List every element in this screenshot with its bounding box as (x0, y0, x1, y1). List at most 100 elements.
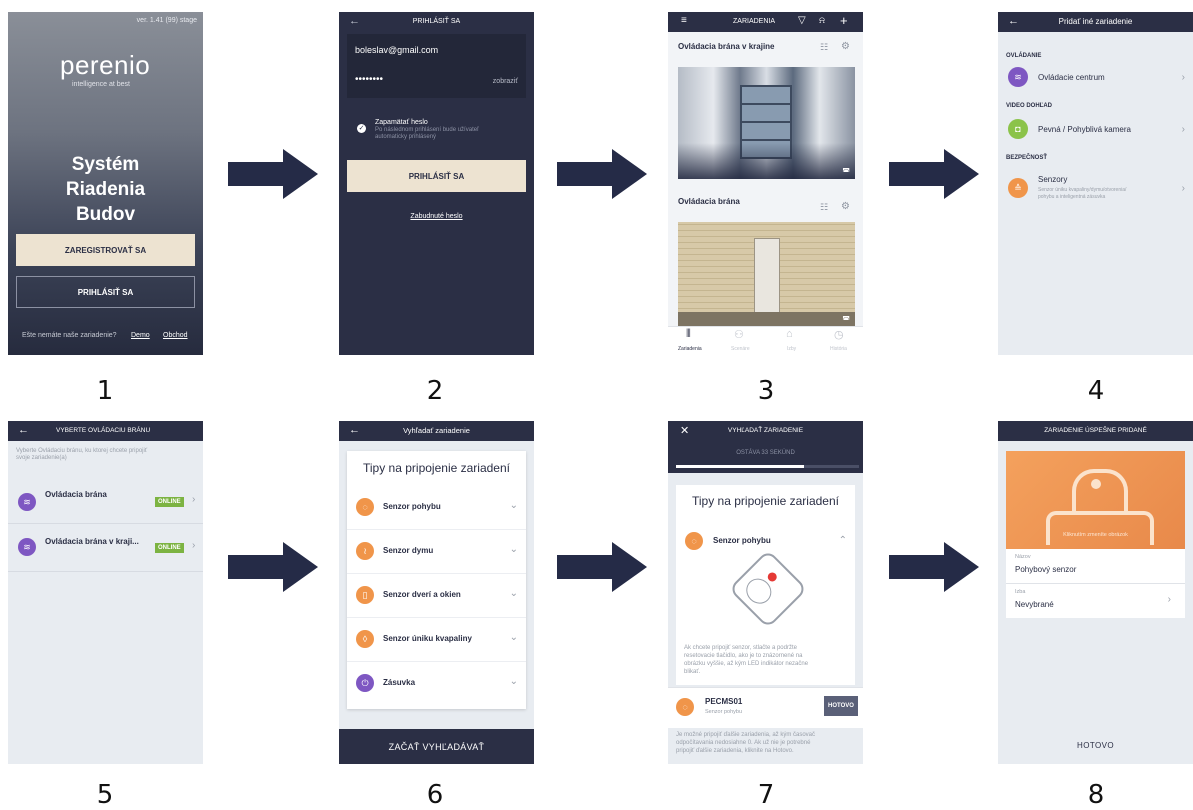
list-item-control-center[interactable]: ≋ Ovládacie centrum › (998, 64, 1193, 92)
list-item-sensors[interactable]: ≙ Senzory Senzor úniku kvapaliny/dymu/ot… (998, 172, 1193, 212)
gateway-name: Ovládacia brána (45, 490, 107, 499)
card-title: Tipy na pripojenie zariadení (692, 494, 839, 508)
demo-link[interactable]: Demo (131, 332, 150, 339)
login-submit-label: PRIHLÁSIŤ SA (408, 171, 465, 181)
gateway-row[interactable]: ≋ Ovládacia brána ONLINE › (8, 483, 203, 524)
tip-label: Senzor úniku kvapaliny (383, 634, 472, 643)
top-bar: ≡ ZARIADENIA ▽ ⍾ + (668, 12, 863, 32)
list-icon[interactable]: ☷ (820, 202, 828, 213)
add-icon[interactable]: + (840, 13, 848, 28)
title-line: Budov (75, 204, 136, 225)
register-button[interactable]: ZAREGISTROVAŤ SA (16, 234, 195, 266)
version-label: ver. 1.41 (99) stage (136, 17, 197, 24)
done-button[interactable]: HOTOVO (824, 696, 858, 716)
tab-devices[interactable]: Zariadenia (678, 346, 702, 352)
tab-scenarios-icon[interactable]: ⚇ (734, 328, 744, 341)
login-submit-button[interactable]: PRIHLÁSIŤ SA (347, 160, 526, 192)
screen-8-success: ZARIADENIE ÚSPEŠNE PRIDANÉ Kliknutím zme… (998, 421, 1193, 764)
tip-label: Senzor dymu (383, 546, 434, 555)
login-button-label: PRIHLÁSIŤ SA (77, 287, 134, 297)
screen-2-login: ← PRIHLÁSIŤ SA boleslav@gmail.com ••••••… (339, 12, 534, 355)
sensor-illustration (728, 549, 808, 629)
shop-link[interactable]: Obchod (163, 332, 188, 339)
note-text: odpočítavania nedosiahne 0. Ak už nie je… (676, 740, 811, 746)
top-bar: ← Vyhľadať zariadenie (339, 421, 534, 441)
password-field[interactable]: •••••••• (355, 74, 383, 85)
top-bar: ✕ VYHĽADAŤ ZARIADENIE OSTÁVA 33 SEKÚND (668, 421, 863, 473)
tab-rooms[interactable]: Izby (787, 346, 796, 352)
progress-track (676, 465, 859, 468)
item-label: Ovládacie centrum (1038, 73, 1105, 82)
login-button[interactable]: PRIHLÁSIŤ SA (16, 276, 195, 308)
name-field[interactable]: Názov Pohybový senzor (1006, 549, 1185, 584)
tab-scenarios[interactable]: Scenáre (731, 346, 750, 352)
online-badge: ONLINE (155, 497, 184, 507)
bottom-tab-bar: ⦀ Zariadenia ⚇ Scenáre ⌂ Izby ◷ História (668, 326, 863, 355)
start-search-button[interactable]: ZAČAŤ VYHĽADÁVAŤ (339, 729, 534, 764)
gateway-title: Ovládacia brána v krajine (678, 42, 775, 51)
tab-devices-icon[interactable]: ⦀ (686, 328, 691, 341)
tip-item-motion[interactable]: ◌ Senzor pohybu ⌄ (347, 485, 526, 530)
menu-icon[interactable]: ≡ (681, 15, 687, 26)
step-number: 5 (96, 780, 114, 810)
settings-icon[interactable]: ⚙ (841, 41, 850, 52)
room-select[interactable]: Izba Nevybrané › (1006, 584, 1185, 618)
tip-item-smoke[interactable]: ≀ Senzor dymu ⌄ (347, 529, 526, 574)
screen-4-add-device: ← Pridať iné zariadenie OVLÁDANIE ≋ Ovlá… (998, 12, 1193, 355)
chevron-down-icon: ⌄ (509, 588, 518, 599)
arrow-right-icon (228, 149, 318, 199)
header-title: PRIHLÁSIŤ SA (412, 18, 461, 25)
gateway-name: Ovládacia brána v kraji... (45, 537, 139, 546)
tip-item-socket[interactable]: ⏻ Zásuvka ⌄ (347, 661, 526, 705)
description: Vyberte Ovládaciu bránu, ku ktorej chcet… (16, 448, 148, 454)
item-desc: pohybu a inteligentná zásuvka (1038, 194, 1106, 200)
tip-item-leak[interactable]: ◊ Senzor úniku kvapaliny ⌄ (347, 617, 526, 662)
show-password-link[interactable]: zobraziť (493, 78, 518, 85)
checkbox-checked-icon[interactable]: ✓ (357, 124, 366, 133)
camera-preview-2[interactable]: ◚ (678, 222, 855, 326)
login-form: boleslav@gmail.com •••••••• zobraziť (347, 34, 526, 98)
device-dot (1091, 479, 1101, 489)
gateway-icon: ◚ (842, 167, 850, 176)
camera-preview-1[interactable]: ◚ (678, 67, 855, 179)
device-image[interactable]: Kliknutím zmeníte obrázok (1006, 451, 1185, 549)
progress-fill (676, 465, 805, 468)
header-title: VYBERTE OVLÁDACIU BRÁNU (56, 427, 151, 434)
tab-history[interactable]: História (830, 346, 847, 352)
chevron-up-icon[interactable]: ⌃ (839, 535, 847, 546)
tips-card: Tipy na pripojenie zariadení ◌ Senzor po… (347, 451, 526, 709)
tip-label: Senzor dverí a okien (383, 590, 461, 599)
title-block: Systém Riadenia Budov (8, 152, 203, 227)
title-line: Riadenia (65, 179, 146, 200)
socket-icon: ⏻ (356, 674, 374, 692)
forgot-password-link[interactable]: Zabudnuté heslo (339, 213, 534, 220)
gateway-row[interactable]: ≋ Ovládacia brána v kraji... ONLINE › (8, 527, 203, 572)
remember-desc: automaticky prihlásený (375, 134, 437, 140)
start-search-label: ZAČAŤ VYHĽADÁVAŤ (388, 741, 485, 752)
list-item-camera[interactable]: ◘ Pevná / Pohyblivá kamera › (998, 116, 1193, 144)
header-title: ZARIADENIE ÚSPEŠNE PRIDANÉ (1044, 427, 1147, 434)
tip-label: Zásuvka (383, 678, 416, 687)
remember-desc: Po následnom prihlásení bude užívateľ (375, 127, 479, 133)
room-select-value: Nevybrané (1015, 600, 1054, 609)
step-number: 7 (757, 780, 775, 810)
email-field[interactable]: boleslav@gmail.com (355, 45, 438, 55)
gateway-icon: ◚ (842, 315, 850, 324)
chevron-down-icon: ⌄ (509, 544, 518, 555)
device-base (1046, 511, 1154, 545)
section-label: VIDEO DOHĽAD (1006, 103, 1053, 109)
chevron-down-icon: ⌄ (509, 676, 518, 687)
room-select-label: Izba (1015, 589, 1026, 595)
screen-6-search-tips: ← Vyhľadať zariadenie Tipy na pripojenie… (339, 421, 534, 764)
tab-rooms-icon[interactable]: ⌂ (786, 328, 793, 340)
settings-icon[interactable]: ⚙ (841, 201, 850, 212)
list-icon[interactable]: ☷ (820, 42, 828, 53)
done-button[interactable]: HOTOVO (998, 741, 1193, 750)
tips-card: Tipy na pripojenie zariadení ◌ Senzor po… (676, 485, 855, 685)
tip-item-door[interactable]: ▯ Senzor dverí a okien ⌄ (347, 573, 526, 618)
filter-icon[interactable]: ▽ (798, 15, 806, 26)
bell-icon[interactable]: ⍾ (819, 15, 825, 26)
tab-history-icon[interactable]: ◷ (834, 328, 844, 341)
smoke-sensor-icon: ≀ (356, 542, 374, 560)
back-arrow-icon[interactable]: ← (18, 424, 29, 436)
